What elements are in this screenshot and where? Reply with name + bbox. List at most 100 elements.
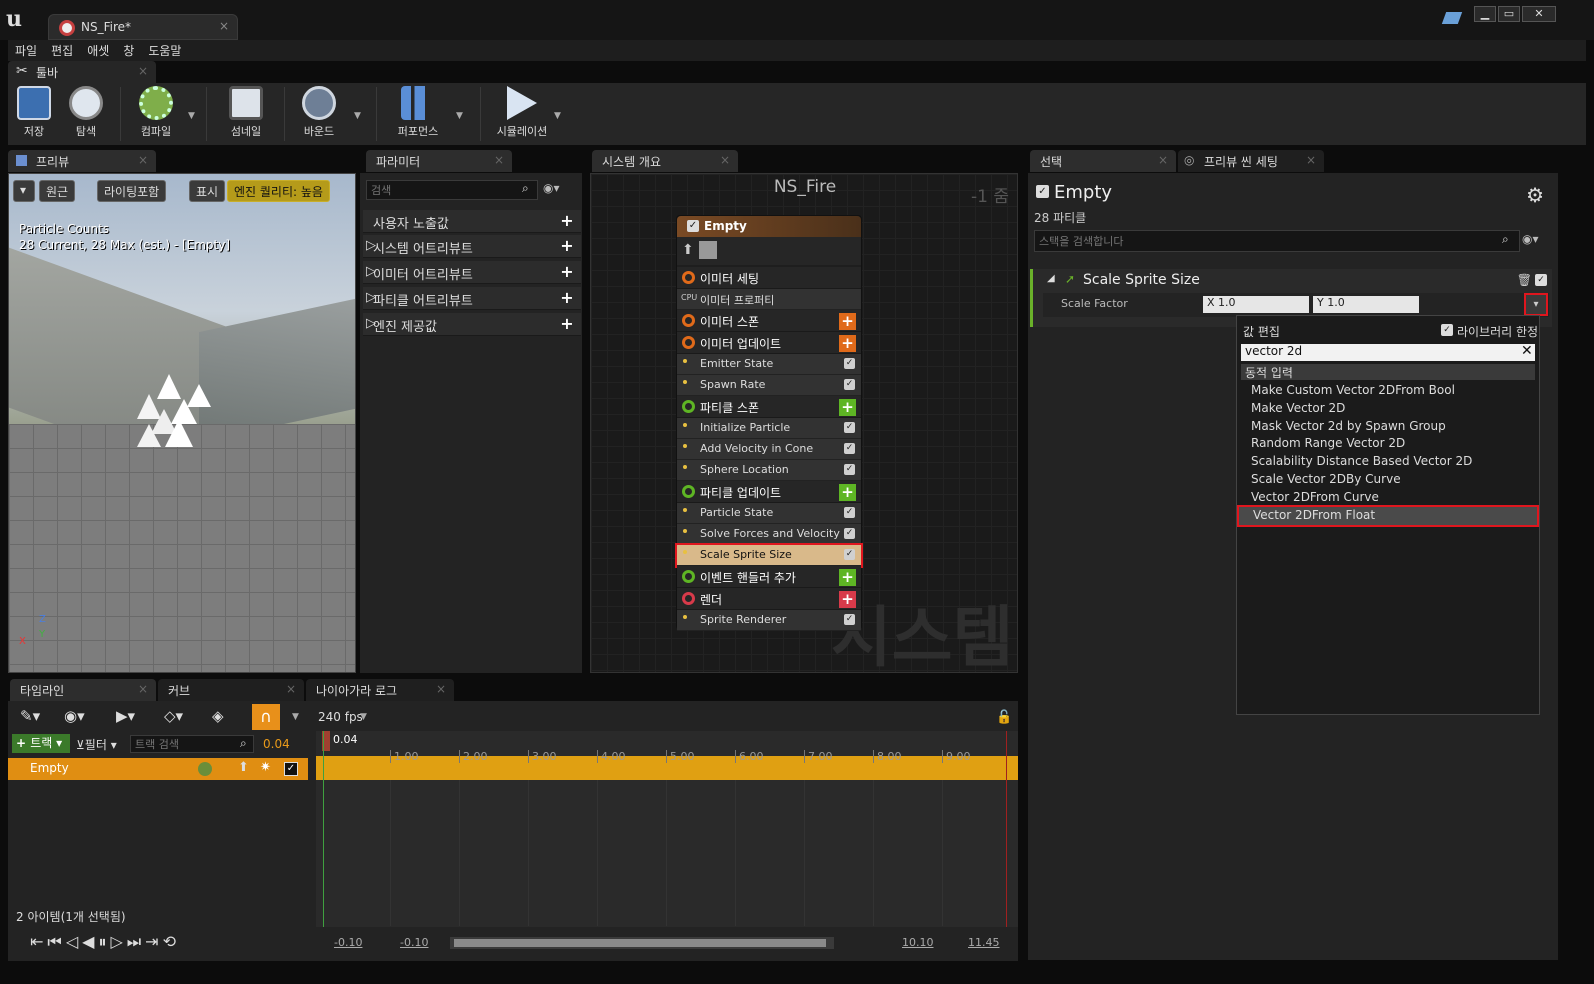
- param-row-emitter-attributes[interactable]: ▷ 이미터 어트리뷰트 +: [363, 261, 581, 284]
- dropdown-item[interactable]: Scalability Distance Based Vector 2D: [1237, 453, 1539, 471]
- play-options-icon[interactable]: ▶▾: [116, 707, 135, 725]
- collapse-arrow-icon[interactable]: ◢: [1047, 273, 1055, 284]
- lock-icon[interactable]: 🔓: [996, 710, 1012, 725]
- preview-viewport[interactable]: ▾ 원근 라이팅포함 표시 엔진 퀄리티: 높음 Particle Counts…: [8, 173, 356, 673]
- add-module-icon[interactable]: +: [839, 335, 856, 352]
- filter-button[interactable]: ⊻필터 ▾: [76, 736, 117, 753]
- fps-selector[interactable]: 240 fps: [318, 710, 363, 724]
- module-row[interactable]: Spawn Rate ✓: [677, 375, 861, 396]
- dropdown-search-input[interactable]: vector 2d: [1241, 344, 1535, 361]
- stack-item-emitter-properties[interactable]: CPU 이미터 프로퍼티: [677, 289, 861, 310]
- add-module-icon[interactable]: +: [839, 591, 856, 608]
- tab-preview-scene-settings[interactable]: 프리뷰 씬 세팅 ◎ ×: [1178, 150, 1324, 172]
- close-tab-icon[interactable]: ×: [138, 64, 148, 78]
- add-module-icon[interactable]: +: [839, 399, 856, 416]
- param-row-system-attributes[interactable]: ▷ 시스템 어트리뷰트 +: [363, 235, 581, 258]
- go-to-end-icon[interactable]: ⇥: [145, 932, 162, 951]
- add-icon[interactable]: +: [559, 290, 575, 306]
- working-range-start[interactable]: -0.10: [400, 936, 428, 949]
- track-search-input[interactable]: [130, 735, 254, 753]
- gear-icon[interactable]: ⚙: [1526, 183, 1544, 207]
- scrollbar-thumb[interactable]: [454, 939, 826, 947]
- menu-file[interactable]: 파일: [8, 40, 44, 61]
- dropdown-item[interactable]: Random Range Vector 2D: [1237, 435, 1539, 453]
- param-row-engine-provided[interactable]: ▷ 엔진 제공값 +: [363, 313, 581, 336]
- next-key-icon[interactable]: ▷: [110, 932, 126, 951]
- dropdown-item[interactable]: Vector 2DFrom Curve: [1237, 489, 1539, 507]
- eye-icon[interactable]: ◉▾: [1522, 232, 1539, 246]
- close-tab-icon[interactable]: ×: [138, 682, 148, 696]
- module-row[interactable]: Solve Forces and Velocity ✓: [677, 524, 861, 545]
- add-module-icon[interactable]: +: [839, 569, 856, 586]
- eye-icon[interactable]: ◉▾: [64, 707, 85, 725]
- trash-icon[interactable]: 🗑: [1517, 273, 1532, 287]
- loop-icon[interactable]: ⟲: [163, 932, 180, 951]
- prev-key-icon[interactable]: ◁: [66, 932, 82, 951]
- tab-curve[interactable]: 커브 ×: [158, 679, 304, 701]
- step-back-icon[interactable]: ⏮: [47, 932, 65, 951]
- maximize-button[interactable]: ▭: [1498, 6, 1520, 22]
- param-row-user-exposed[interactable]: 사용자 노출값 +: [363, 210, 581, 233]
- close-tab-icon[interactable]: ×: [286, 682, 296, 696]
- tab-niagara-log[interactable]: 나이아가라 로그 ×: [306, 679, 454, 701]
- compile-button[interactable]: 컴파일: [132, 83, 180, 145]
- viewport-options-chevron-icon[interactable]: ▾: [13, 180, 35, 202]
- module-enabled-checkbox[interactable]: ✓: [844, 549, 855, 560]
- pin-icon[interactable]: ⬆: [682, 242, 694, 258]
- timeline-scrollbar[interactable]: [450, 937, 834, 949]
- module-row[interactable]: Sprite Renderer ✓: [677, 610, 861, 631]
- module-row[interactable]: Particle State ✓: [677, 503, 861, 524]
- module-row[interactable]: Add Velocity in Cone ✓: [677, 439, 861, 460]
- compile-options-chevron-icon[interactable]: ▼: [188, 111, 195, 121]
- module-enabled-checkbox[interactable]: ✓: [844, 507, 855, 518]
- close-tab-icon[interactable]: ×: [219, 19, 229, 33]
- menu-edit[interactable]: 편집: [44, 40, 80, 61]
- dropdown-item[interactable]: Vector 2DFrom Float: [1237, 504, 1539, 527]
- module-row[interactable]: Sphere Location ✓: [677, 460, 861, 481]
- play-reverse-icon[interactable]: ◀: [82, 932, 98, 951]
- eye-icon[interactable]: ◉▾: [543, 181, 560, 195]
- pause-icon[interactable]: ⏸: [98, 932, 110, 951]
- emitter-header[interactable]: ✓ Empty: [677, 216, 861, 237]
- dropdown-item[interactable]: Mask Vector 2d by Spawn Group: [1237, 418, 1539, 436]
- emitter-enabled-checkbox[interactable]: ✓: [1036, 185, 1049, 198]
- stack-group-header[interactable]: 이미터 세팅: [677, 267, 861, 289]
- close-tab-icon[interactable]: ×: [494, 153, 504, 167]
- module-enabled-checkbox[interactable]: ✓: [844, 422, 855, 433]
- scale-x-input[interactable]: X 1.0: [1203, 296, 1309, 313]
- scale-y-input[interactable]: Y 1.0: [1313, 296, 1419, 313]
- pin-icon[interactable]: ⬆: [238, 760, 249, 775]
- add-icon[interactable]: +: [559, 238, 575, 254]
- close-tab-icon[interactable]: ×: [720, 153, 730, 167]
- module-row[interactable]: Initialize Particle ✓: [677, 418, 861, 439]
- menu-asset[interactable]: 애셋: [80, 40, 116, 61]
- menu-window[interactable]: 창: [116, 40, 141, 61]
- simulation-button[interactable]: 시뮬레이션: [492, 83, 552, 145]
- stack-group-header[interactable]: 파티클 스폰 +: [677, 396, 861, 418]
- module-enabled-checkbox[interactable]: ✓: [844, 528, 855, 539]
- close-window-button[interactable]: ✕: [1522, 6, 1556, 22]
- view-range-end[interactable]: 11.45: [968, 936, 1000, 949]
- close-tab-icon[interactable]: ×: [436, 682, 446, 696]
- module-enabled-checkbox[interactable]: ✓: [1535, 274, 1547, 286]
- close-tab-icon[interactable]: ×: [1306, 153, 1316, 167]
- magnet-snap-icon[interactable]: ∩: [252, 704, 280, 730]
- tab-timeline[interactable]: 타임라인 ×: [10, 679, 156, 701]
- module-row[interactable]: Emitter State ✓: [677, 354, 861, 375]
- perspective-button[interactable]: 원근: [39, 180, 76, 202]
- emitter-enabled-checkbox[interactable]: ✓: [687, 220, 699, 232]
- minimize-button[interactable]: ▁: [1474, 6, 1496, 22]
- module-row[interactable]: Scale Sprite Size ✓: [675, 543, 863, 568]
- save-button[interactable]: 저장: [14, 83, 54, 145]
- tab-preview[interactable]: 프리뷰 ×: [8, 150, 156, 172]
- library-only-checkbox[interactable]: ✓: [1441, 324, 1453, 336]
- add-icon[interactable]: +: [559, 316, 575, 332]
- module-enabled-checkbox[interactable]: ✓: [844, 358, 855, 369]
- menu-help[interactable]: 도움말: [141, 40, 188, 61]
- module-enabled-checkbox[interactable]: ✓: [844, 379, 855, 390]
- dropdown-item[interactable]: Make Vector 2D: [1237, 400, 1539, 418]
- thumbnail-button[interactable]: 섬네일: [222, 83, 270, 145]
- browse-button[interactable]: 탐색: [64, 83, 108, 145]
- stack-search-input[interactable]: [1034, 230, 1520, 252]
- param-row-particle-attributes[interactable]: ▷ 파티클 어트리뷰트 +: [363, 287, 581, 310]
